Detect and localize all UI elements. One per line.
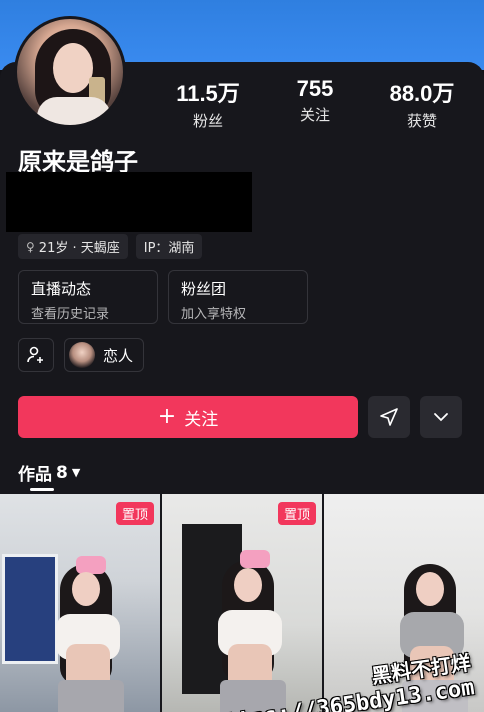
send-icon bbox=[380, 408, 398, 426]
card-subtitle: 查看历史记录 bbox=[31, 307, 110, 322]
profile-tags: ♀ 21岁 · 天蝎座 IP：湖南 bbox=[18, 234, 203, 259]
redacted-bio bbox=[6, 172, 252, 232]
more-button[interactable] bbox=[420, 396, 462, 438]
action-row: + 关注 bbox=[18, 396, 464, 438]
chevron-down-icon bbox=[434, 413, 448, 422]
stat-label: 粉丝 bbox=[192, 112, 223, 130]
profile-stats: 11.5万 粉丝 755 关注 88.0万 获赞 bbox=[160, 76, 470, 131]
relation-label: 恋人 bbox=[103, 346, 134, 365]
pinned-badge: 置顶 bbox=[115, 502, 154, 525]
work-thumbnail-1[interactable]: 置顶 bbox=[0, 494, 160, 712]
works-count: 8 bbox=[56, 462, 68, 483]
pinned-badge: 置顶 bbox=[277, 502, 316, 525]
tab-underline bbox=[30, 488, 54, 491]
relation-chip-lover[interactable]: 恋人 bbox=[64, 338, 145, 372]
card-title: 直播动态 bbox=[31, 280, 92, 298]
stat-value: 755 bbox=[296, 76, 334, 101]
tag-age-text: 21岁 · 天蝎座 bbox=[38, 241, 120, 256]
feature-cards: 直播动态 查看历史记录 粉丝团 加入享特权 bbox=[18, 270, 308, 324]
relation-chips: 恋人 bbox=[18, 338, 145, 372]
follow-button[interactable]: + 关注 bbox=[18, 396, 358, 438]
card-title: 粉丝团 bbox=[181, 280, 227, 298]
works-label: 作品 bbox=[18, 465, 52, 485]
follow-label: 关注 bbox=[184, 409, 219, 430]
card-subtitle: 加入享特权 bbox=[181, 307, 247, 322]
stat-value: 88.0万 bbox=[389, 81, 455, 106]
card-live-history[interactable]: 直播动态 查看历史记录 bbox=[18, 270, 158, 324]
card-fan-club[interactable]: 粉丝团 加入享特权 bbox=[168, 270, 308, 324]
tag-ip-text: IP：湖南 bbox=[143, 241, 195, 256]
stat-value: 11.5万 bbox=[176, 81, 240, 106]
stat-following[interactable]: 755 关注 bbox=[267, 76, 363, 131]
add-user-icon bbox=[27, 346, 43, 363]
stat-label: 获赞 bbox=[406, 112, 437, 130]
stat-followers[interactable]: 11.5万 粉丝 bbox=[160, 76, 256, 131]
share-button[interactable] bbox=[368, 396, 410, 438]
tag-ip: IP：湖南 bbox=[135, 234, 203, 259]
female-icon: ♀ bbox=[26, 239, 35, 254]
mini-avatar bbox=[69, 342, 95, 368]
tag-age: ♀ 21岁 · 天蝎座 bbox=[18, 234, 128, 259]
tab-works[interactable]: 作品 8 ▼ bbox=[18, 460, 81, 486]
stat-likes[interactable]: 88.0万 获赞 bbox=[374, 76, 470, 131]
avatar[interactable] bbox=[14, 16, 126, 128]
plus-icon: + bbox=[157, 404, 177, 429]
stat-label: 关注 bbox=[299, 106, 330, 124]
caret-down-icon: ▼ bbox=[71, 466, 81, 479]
add-friend-button[interactable] bbox=[18, 338, 54, 372]
